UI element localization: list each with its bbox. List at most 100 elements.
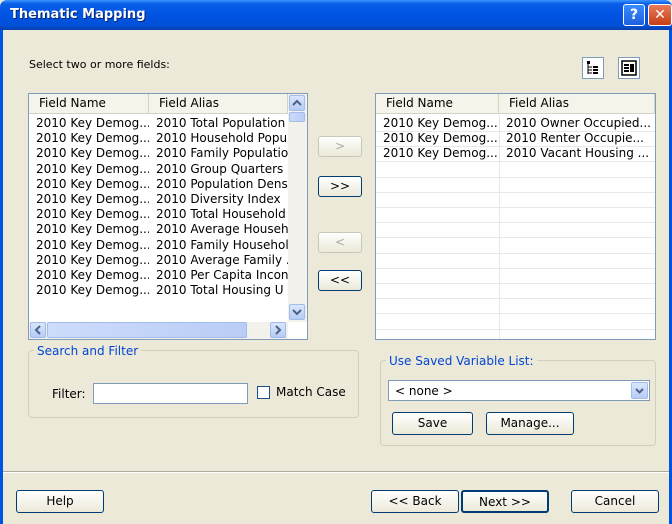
help-icon[interactable]: ?: [623, 4, 645, 26]
grid-line: [376, 298, 655, 300]
selected-fields-list[interactable]: Field Name Field Alias 2010 Key Demog...…: [375, 93, 656, 340]
chevron-down-icon[interactable]: [631, 382, 648, 399]
available-fields-list[interactable]: Field Name Field Alias 2010 Key Demog...…: [28, 93, 308, 340]
grid-line: [376, 161, 655, 163]
cell-field-name: 2010 Key Demog...: [36, 237, 149, 252]
grid-line: [499, 115, 500, 339]
list-item[interactable]: 2010 Key Demog... 2010 Population Dens: [29, 177, 288, 192]
remove-field-button[interactable]: <: [318, 232, 362, 253]
cell-field-alias: 2010 Total Household: [156, 207, 286, 222]
cell-field-name: 2010 Key Demog...: [36, 207, 149, 222]
match-case-checkbox[interactable]: [257, 386, 270, 399]
filter-input[interactable]: [93, 383, 248, 404]
grid-line: [376, 328, 655, 330]
cell-field-alias: 2010 Population Dens: [156, 176, 288, 191]
manage-lists-button[interactable]: Manage...: [486, 412, 574, 435]
list-item[interactable]: 2010 Key Demog... 2010 Vacant Housing ...: [376, 146, 655, 161]
add-field-button[interactable]: >: [318, 136, 362, 157]
cell-field-alias: 2010 Total Housing U: [156, 283, 284, 298]
cell-field-alias: 2010 Family Population: [156, 146, 288, 161]
column-header-field-name[interactable]: Field Name: [376, 94, 499, 114]
saved-list-label: Use Saved Variable List:: [386, 354, 537, 368]
list-header: Field Name Field Alias: [29, 94, 288, 114]
cell-field-alias: 2010 Group Quarters .: [156, 161, 288, 176]
grid-line: [376, 283, 655, 284]
cell-field-name: 2010 Key Demog...: [36, 116, 149, 130]
cell-field-name: 2010 Key Demog...: [36, 283, 149, 298]
list-item[interactable]: 2010 Key Demog... 2010 Total Household: [29, 207, 288, 222]
list-item[interactable]: 2010 Key Demog... 2010 Owner Occupied...: [376, 116, 655, 131]
horizontal-scrollbar[interactable]: [29, 322, 288, 339]
grid-line: [376, 313, 655, 315]
scroll-down-icon[interactable]: [289, 304, 305, 320]
cell-field-alias: 2010 Household Popu: [156, 131, 288, 146]
column-header-field-alias[interactable]: Field Alias: [149, 94, 288, 114]
cell-field-name: 2010 Key Demog...: [383, 116, 498, 130]
footer-separator: [3, 471, 669, 473]
back-button[interactable]: << Back: [371, 490, 459, 513]
cell-field-name: 2010 Key Demog...: [36, 161, 149, 176]
grid-line: [376, 131, 655, 132]
grid-line: [376, 237, 655, 239]
next-button[interactable]: Next >>: [461, 490, 549, 513]
scroll-right-icon[interactable]: [270, 322, 286, 338]
window-title: Thematic Mapping: [10, 7, 146, 22]
cell-field-name: 2010 Key Demog...: [36, 268, 149, 282]
grid-line: [376, 252, 655, 254]
list-view-icon[interactable]: [618, 57, 640, 79]
scroll-up-icon[interactable]: [289, 95, 305, 111]
saved-list-dropdown[interactable]: < none >: [388, 380, 650, 401]
cell-field-name: 2010 Key Demog...: [36, 192, 149, 206]
title-bar: Thematic Mapping ? ✕: [0, 0, 672, 30]
scroll-thumb[interactable]: [289, 112, 305, 122]
remove-all-fields-button[interactable]: <<: [318, 270, 362, 291]
cell-field-name: 2010 Key Demog...: [36, 131, 149, 146]
cell-field-alias: 2010 Average Family .: [156, 252, 288, 267]
grid-line: [376, 146, 655, 148]
grid-line: [376, 176, 655, 178]
cell-field-alias: 2010 Family Househol: [156, 237, 288, 252]
list-item[interactable]: 2010 Key Demog... 2010 Renter Occupie...: [376, 131, 655, 146]
list-item[interactable]: 2010 Key Demog... 2010 Family Population: [29, 146, 288, 161]
scroll-left-icon[interactable]: [30, 322, 46, 338]
scroll-thumb-horizontal[interactable]: [47, 322, 247, 338]
list-item[interactable]: 2010 Key Demog... 2010 Household Popu: [29, 131, 288, 146]
tree-view-icon[interactable]: [582, 57, 604, 79]
cell-field-name: 2010 Key Demog...: [383, 146, 498, 161]
search-filter-label: Search and Filter: [34, 344, 142, 358]
list-item[interactable]: 2010 Key Demog... 2010 Per Capita Incon: [29, 268, 288, 283]
list-item[interactable]: 2010 Key Demog... 2010 Average Family .: [29, 253, 288, 268]
list-item[interactable]: 2010 Key Demog... 2010 Total Population: [29, 116, 288, 131]
cell-field-alias: 2010 Total Population: [156, 116, 286, 130]
saved-list-selected: < none >: [395, 384, 453, 398]
filter-label: Filter:: [52, 387, 86, 401]
save-list-button[interactable]: Save: [392, 412, 473, 435]
column-header-field-name[interactable]: Field Name: [29, 94, 149, 114]
close-icon[interactable]: ✕: [648, 4, 672, 26]
cell-field-name: 2010 Key Demog...: [36, 252, 149, 267]
list-item[interactable]: 2010 Key Demog... 2010 Group Quarters .: [29, 162, 288, 177]
list-item[interactable]: 2010 Key Demog... 2010 Average Househ: [29, 222, 288, 237]
grid-line: [376, 207, 655, 208]
match-case-label: Match Case: [276, 385, 346, 399]
cell-field-alias: 2010 Per Capita Incon: [156, 268, 288, 282]
help-button[interactable]: Help: [16, 490, 104, 513]
list-header: Field Name Field Alias: [376, 94, 655, 114]
column-header-field-alias[interactable]: Field Alias: [499, 94, 655, 114]
list-item[interactable]: 2010 Key Demog... 2010 Family Househol: [29, 238, 288, 253]
cell-field-name: 2010 Key Demog...: [36, 146, 149, 161]
cell-field-alias: 2010 Renter Occupie...: [506, 131, 644, 146]
add-all-fields-button[interactable]: >>: [318, 176, 362, 197]
grid-line: [376, 222, 655, 224]
list-item[interactable]: 2010 Key Demog... 2010 Diversity Index: [29, 192, 288, 207]
cancel-button[interactable]: Cancel: [571, 490, 659, 513]
vertical-scrollbar[interactable]: [288, 94, 307, 322]
grid-line: [376, 267, 655, 269]
cell-field-alias: 2010 Owner Occupied...: [506, 116, 651, 130]
prompt-text: Select two or more fields:: [29, 58, 170, 71]
cell-field-alias: 2010 Average Househ: [156, 222, 288, 237]
cell-field-name: 2010 Key Demog...: [383, 131, 498, 146]
cell-field-alias: 2010 Vacant Housing ...: [506, 146, 650, 161]
list-item[interactable]: 2010 Key Demog... 2010 Total Housing U: [29, 283, 288, 298]
grid-line: [376, 191, 655, 193]
